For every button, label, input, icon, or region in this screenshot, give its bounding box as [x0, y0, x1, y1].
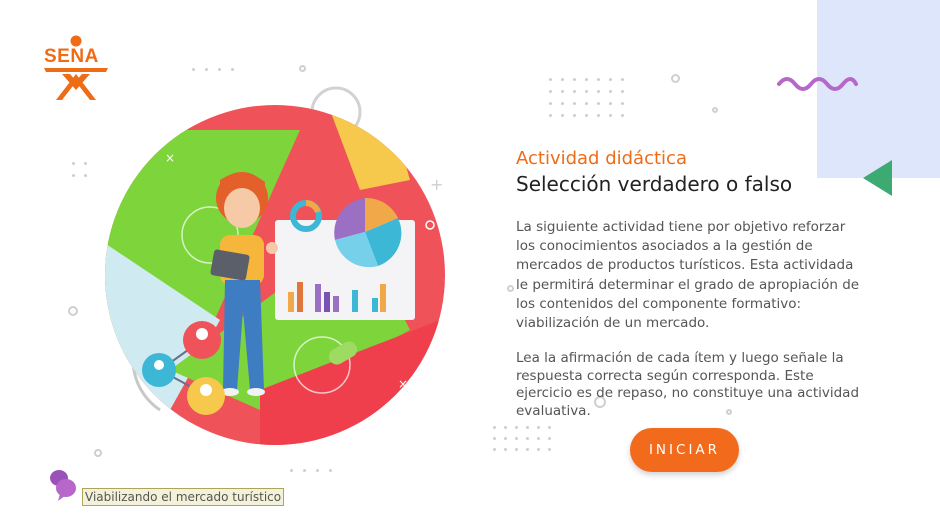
decor-dots	[493, 426, 551, 451]
svg-text:×: ×	[398, 377, 408, 391]
activity-kicker: Actividad didáctica	[516, 148, 687, 169]
start-button[interactable]: INICIAR	[630, 428, 739, 472]
hero-illustration: × × +	[105, 86, 445, 445]
svg-text:×: ×	[165, 151, 175, 165]
footer-course-label[interactable]: Viabilizando el mercado turístico	[82, 488, 285, 506]
activity-description: La siguiente actividad tiene por objetiv…	[516, 219, 860, 332]
activity-instructions: Lea la afirmación de cada ítem y luego s…	[516, 350, 860, 419]
decor-dots	[549, 78, 624, 117]
activity-title: Selección verdadero o falso	[516, 172, 793, 196]
decor-dots	[290, 469, 332, 472]
zigzag-wave-decoration	[777, 77, 858, 91]
decor-ring	[671, 74, 680, 83]
chat-bubbles-icon	[50, 470, 76, 501]
decor-ring	[712, 107, 718, 113]
decor-ring	[507, 285, 514, 292]
svg-text:+: +	[430, 175, 443, 194]
logo-text: SENA	[44, 46, 99, 67]
green-triangle-decoration	[863, 160, 892, 196]
